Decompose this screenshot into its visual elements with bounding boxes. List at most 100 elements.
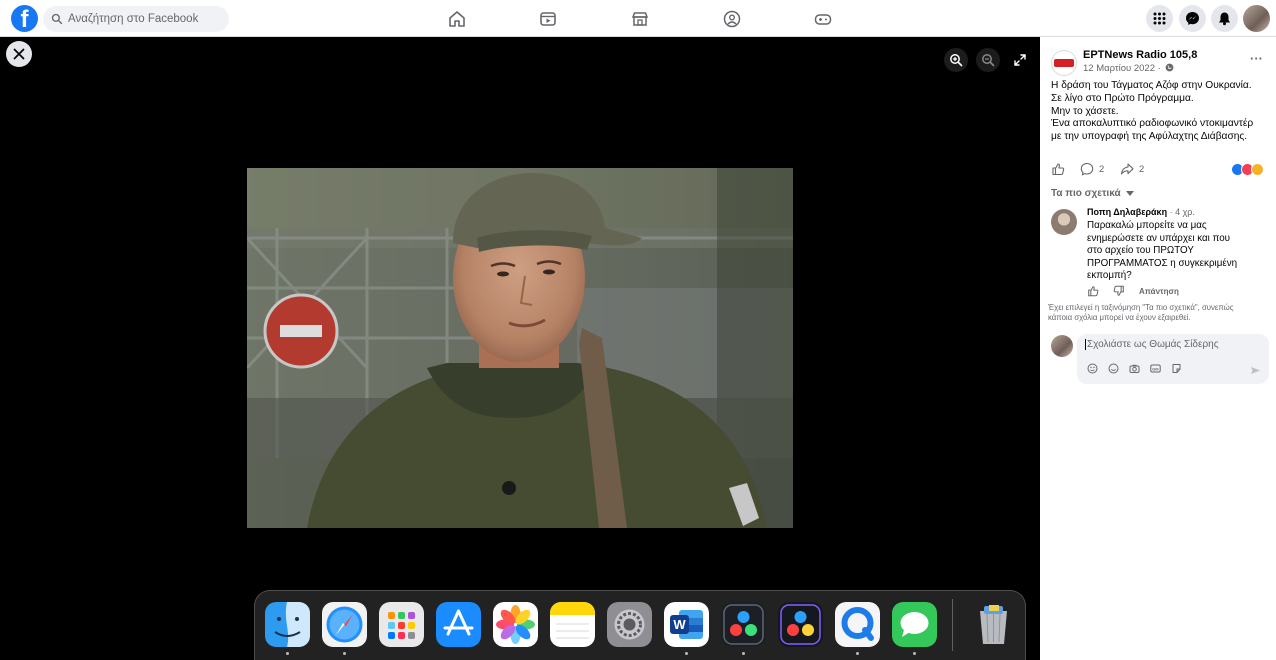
send-icon [1251, 367, 1260, 374]
search-icon [51, 13, 63, 25]
fullscreen-button[interactable] [1008, 48, 1032, 72]
top-navigation-bar: f [0, 0, 1276, 37]
app-store-app-icon[interactable] [436, 602, 481, 647]
davinci-resolve-app-icon[interactable] [721, 602, 766, 647]
post-actions: 2 2 [1051, 162, 1271, 178]
notifications-icon[interactable] [1211, 5, 1238, 32]
zoom-out-button[interactable] [976, 48, 1000, 72]
reply-link[interactable]: Απάντηση [1139, 287, 1179, 296]
zoom-in-icon [950, 54, 963, 67]
running-indicator [742, 652, 745, 655]
reactions-summary[interactable] [1231, 163, 1264, 176]
sort-note: Έχει επιλεγεί η ταξινόμηση "Τα πιο σχετι… [1048, 303, 1273, 323]
gif-icon[interactable]: GIF [1150, 363, 1161, 374]
sticker-icon[interactable] [1171, 363, 1182, 374]
macos-dock: W [254, 590, 1026, 660]
photo-image [247, 168, 793, 528]
comment-like-icon[interactable] [1087, 285, 1099, 297]
page-name[interactable]: EPTNews Radio 105,8 [1083, 49, 1197, 61]
commenter-avatar[interactable] [1051, 209, 1077, 235]
post-text: Η δράση του Τάγματος Αζόφ στην Ουκρανία.… [1051, 80, 1275, 144]
like-icon [1052, 163, 1065, 176]
comment-time: · 4 χρ. [1167, 207, 1195, 217]
post-side-panel: EPTNews Radio 105,8 12 Μαρτίου 2022 · ··… [1040, 37, 1276, 660]
comment-author[interactable]: Ποπη Δηλαβεράκη · 4 χρ. [1087, 207, 1195, 217]
comment-composer[interactable]: GIF [1077, 334, 1269, 384]
home-icon[interactable] [447, 9, 467, 29]
search-input[interactable] [68, 13, 218, 25]
comment-actions: Απάντηση [1087, 285, 1179, 297]
photo-viewer: W [0, 37, 1040, 660]
facebook-logo[interactable]: f [11, 5, 38, 32]
post-date-text: 12 Μαρτίου 2022 · [1083, 63, 1161, 74]
post-text-line: Ένα αποκαλυπτικό ραδιοφωνικό ντοκιμαντέρ [1051, 118, 1254, 130]
comment-text-line: ΠΡΟΓΡΑΜΜΑΤΟΣ η συγκεκριμένη [1087, 257, 1238, 269]
current-user-avatar[interactable] [1051, 335, 1073, 357]
video-icon[interactable] [538, 9, 558, 29]
post-text-line: Μην το χάσετε. [1051, 105, 1119, 117]
close-icon [13, 48, 25, 60]
page-avatar[interactable] [1051, 50, 1077, 76]
like-button[interactable] [1051, 162, 1070, 176]
post-photo[interactable] [247, 168, 793, 528]
share-icon [1120, 163, 1134, 175]
gaming-icon[interactable] [813, 9, 833, 29]
ert-logo [1054, 59, 1074, 67]
send-button[interactable] [1250, 363, 1261, 381]
emoji-icon[interactable] [1108, 363, 1119, 374]
messenger-icon[interactable] [1179, 5, 1206, 32]
running-indicator [685, 652, 688, 655]
sort-note-line: Έχει επιλεγεί η ταξινόμηση "Τα πιο σχετι… [1048, 303, 1234, 312]
avatar-sticker-icon[interactable] [1087, 363, 1098, 374]
comment-text-line: Παρακαλώ μπορείτε να μας [1087, 220, 1207, 231]
comment-dislike-icon[interactable] [1113, 285, 1125, 297]
comment-text-line: εκπομπή? [1087, 270, 1132, 281]
menu-grid-icon[interactable] [1146, 5, 1173, 32]
launchpad-app-icon[interactable] [379, 602, 424, 647]
share-button[interactable]: 2 [1120, 162, 1144, 176]
notes-app-icon[interactable] [550, 602, 595, 647]
finder-app-icon[interactable] [265, 602, 310, 647]
comment-button[interactable]: 2 [1080, 162, 1104, 176]
comment-sort-dropdown[interactable]: Τα πιο σχετικά [1051, 188, 1134, 199]
groups-icon[interactable] [722, 9, 742, 29]
post-date[interactable]: 12 Μαρτίου 2022 · [1083, 63, 1174, 74]
post-text-line: Σε λίγο στο Πρώτο Πρόγραμμα. [1051, 92, 1194, 104]
marketplace-icon[interactable] [630, 9, 650, 29]
more-options-button[interactable]: ··· [1250, 51, 1263, 66]
running-indicator [913, 652, 916, 655]
globe-icon [1166, 63, 1174, 72]
sort-note-line: κάποια σχόλια μπορεί να έχουν εξαιρεθεί. [1048, 313, 1191, 322]
dock-separator [952, 599, 953, 651]
running-indicator [286, 652, 289, 655]
account-avatar[interactable] [1243, 5, 1270, 32]
safari-app-icon[interactable] [322, 602, 367, 647]
photos-app-icon[interactable] [493, 602, 538, 647]
quicktime-app-icon[interactable] [835, 602, 880, 647]
share-count: 2 [1139, 163, 1145, 175]
haha-reaction-icon [1251, 163, 1264, 176]
comment-text-line: ενημερώσετε αν υπάρχει και που [1087, 232, 1230, 244]
running-indicator [856, 652, 859, 655]
comment-text: Παρακαλώ μπορείτε να μας ενημερώσετε αν … [1087, 220, 1267, 283]
word-app-icon[interactable]: W [664, 602, 709, 647]
composer-tools: GIF [1087, 363, 1192, 374]
zoom-out-icon [982, 54, 995, 67]
comment-icon [1080, 162, 1094, 176]
close-viewer-button[interactable] [6, 41, 32, 67]
facebook-logo-letter: f [20, 6, 29, 32]
sort-label: Τα πιο σχετικά [1051, 188, 1121, 199]
messages-app-icon[interactable] [892, 602, 937, 647]
comment-input[interactable] [1085, 339, 1255, 350]
camera-icon[interactable] [1129, 363, 1140, 374]
comment-count: 2 [1099, 163, 1105, 175]
post-text-line: Η δράση του Τάγματος Αζόφ στην Ουκρανία. [1051, 80, 1252, 91]
search-box[interactable] [43, 6, 229, 32]
system-preferences-app-icon[interactable] [607, 602, 652, 647]
davinci-resolve-app-icon[interactable] [778, 602, 823, 647]
fullscreen-icon [1014, 54, 1026, 66]
trash-icon[interactable] [971, 602, 1016, 647]
comment-author-name: Ποπη Δηλαβεράκη [1087, 207, 1168, 217]
zoom-in-button[interactable] [944, 48, 968, 72]
running-indicator [343, 652, 346, 655]
